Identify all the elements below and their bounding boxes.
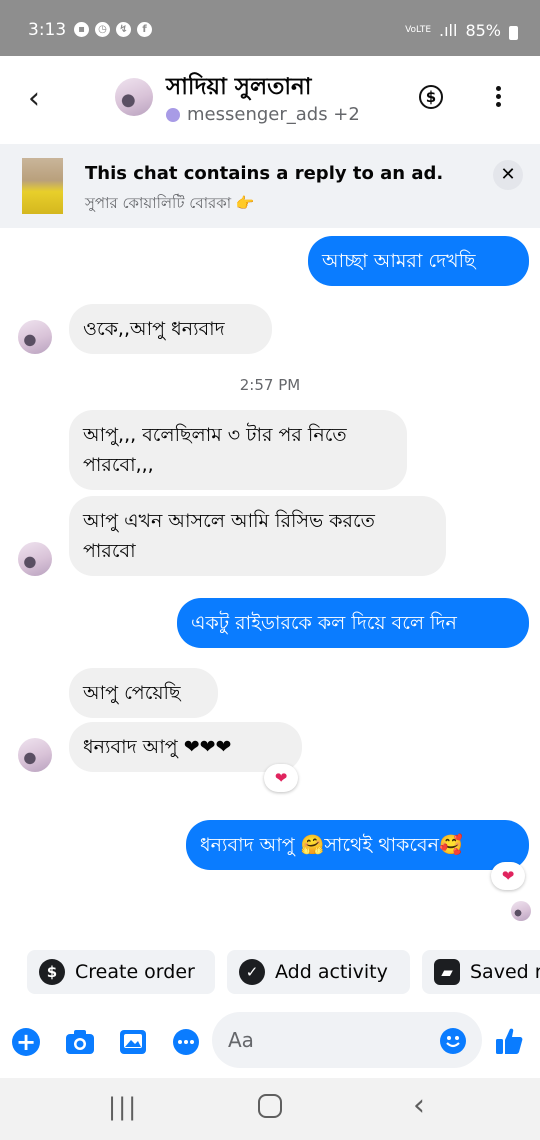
- chat-bubbles-icon: ▰: [434, 959, 460, 985]
- status-time: 3:13: [28, 20, 67, 40]
- emoji-icon[interactable]: [440, 1028, 466, 1054]
- chat-header: ‹ সাদিয়া সুলতানা messenger_ads +2 $: [0, 56, 540, 144]
- notification-icons: ▪ ◷ ↯ f: [74, 22, 152, 37]
- signal-icon: .ıll: [439, 21, 458, 40]
- recent-apps-icon[interactable]: |||: [108, 1093, 138, 1121]
- system-back-icon[interactable]: ‹: [413, 1088, 425, 1123]
- create-order-button[interactable]: $ Create order: [27, 950, 215, 994]
- message-bubble-outgoing[interactable]: আচ্ছা আমরা দেখছি: [308, 236, 529, 286]
- camera-icon[interactable]: [65, 1028, 95, 1060]
- message-bubble-incoming[interactable]: ওকে,,আপু ধন্যবাদ: [69, 304, 272, 354]
- dollar-icon: $: [39, 959, 65, 985]
- back-arrow-icon[interactable]: ‹: [28, 84, 40, 114]
- message-icon: ▪: [74, 22, 89, 37]
- add-activity-button[interactable]: ✓ Add activity: [227, 950, 410, 994]
- chat-bubble-icon[interactable]: [172, 1028, 200, 1060]
- ad-banner-title: This chat contains a reply to an ad.: [85, 163, 444, 184]
- saved-replies-label: Saved r: [470, 961, 540, 983]
- contact-subtitle: messenger_ads +2: [166, 104, 360, 125]
- contact-avatar[interactable]: [115, 78, 153, 116]
- ad-reply-banner[interactable]: This chat contains a reply to an ad. সুপ…: [0, 144, 540, 228]
- message-bubble-incoming[interactable]: আপু পেয়েছি: [69, 668, 218, 718]
- message-bubble-outgoing[interactable]: একটু রাইডারকে কল দিয়ে বলে দিন: [177, 598, 529, 648]
- status-bar: 3:13 ▪ ◷ ↯ f VoLTE .ıll 85%: [0, 0, 540, 56]
- more-options-icon[interactable]: [496, 86, 502, 110]
- seen-receipt-avatar: [511, 901, 531, 921]
- create-order-label: Create order: [75, 961, 195, 983]
- message-text: ধন্যবাদ আপু ❤❤❤: [83, 736, 232, 758]
- contact-subtitle-text: messenger_ads +2: [187, 104, 360, 125]
- message-timestamp: 2:57 PM: [239, 376, 301, 394]
- ad-banner-subtitle: সুপার কোয়ালিটি বোরকা 👉: [85, 194, 255, 212]
- message-bubble-incoming[interactable]: আপু এখন আসলে আমি রিসিভ করতে পারবো: [69, 496, 446, 576]
- saved-replies-button[interactable]: ▰ Saved r: [422, 950, 540, 994]
- sender-avatar[interactable]: [18, 542, 52, 576]
- sender-avatar[interactable]: [18, 738, 52, 772]
- plus-icon[interactable]: +: [12, 1028, 40, 1056]
- home-icon[interactable]: [258, 1094, 282, 1118]
- messenger-icon: ↯: [116, 22, 131, 37]
- system-indicators: VoLTE .ıll 85%: [405, 21, 518, 40]
- message-bubble-incoming[interactable]: আপু,,, বলেছিলাম ৩ টার পর নিতে পারবো,,,: [69, 410, 407, 490]
- sender-avatar[interactable]: [18, 320, 52, 354]
- gallery-icon[interactable]: [119, 1028, 147, 1060]
- add-activity-label: Add activity: [275, 961, 388, 983]
- heart-reaction-icon[interactable]: ❤: [264, 764, 298, 792]
- battery-level: 85%: [465, 21, 501, 40]
- message-composer: + Aa: [0, 1010, 540, 1072]
- label-dot-icon: [166, 107, 180, 122]
- check-circle-icon: ✓: [239, 959, 265, 985]
- volte-icon: VoLTE: [405, 25, 432, 35]
- clock-icon: ◷: [95, 22, 110, 37]
- battery-icon: [509, 25, 518, 40]
- quick-actions: $ Create order ✓ Add activity ▰ Saved r: [0, 950, 540, 996]
- like-thumb-icon[interactable]: [494, 1026, 524, 1060]
- message-bubble-incoming[interactable]: ধন্যবাদ আপু ❤❤❤: [69, 722, 302, 772]
- android-nav-bar: ||| ‹: [0, 1078, 540, 1140]
- contact-name[interactable]: সাদিয়া সুলতানা: [166, 68, 311, 107]
- facebook-icon: f: [137, 22, 152, 37]
- close-icon[interactable]: ✕: [493, 160, 523, 190]
- heart-reaction-icon[interactable]: ❤: [491, 862, 525, 890]
- payment-dollar-icon[interactable]: $: [419, 85, 443, 109]
- ad-thumbnail[interactable]: [22, 158, 63, 214]
- message-bubble-outgoing[interactable]: ধন্যবাদ আপু 🤗সাথেই থাকবেন🥰: [186, 820, 529, 870]
